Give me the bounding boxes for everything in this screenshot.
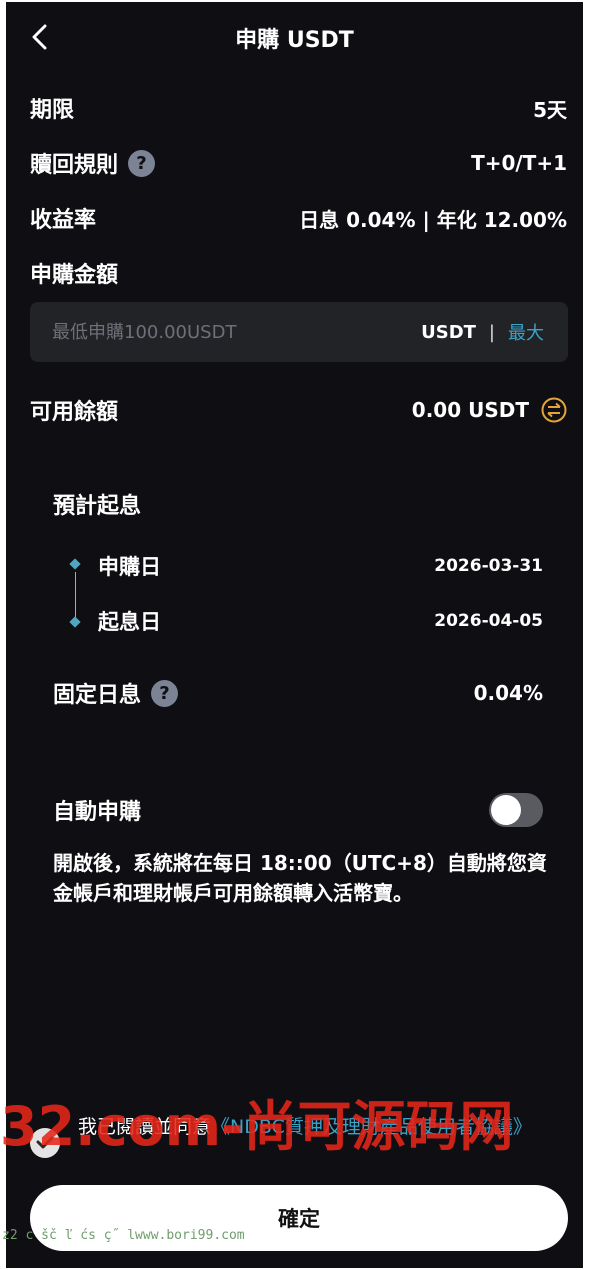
amount-label: 申購金額 (30, 263, 119, 288)
unit-label: USDT (421, 321, 476, 343)
auto-subscribe-toggle[interactable] (489, 793, 543, 827)
redeem-label: 贖回規則 ? (30, 147, 156, 179)
fixed-rate-label: 固定日息 ? (53, 677, 179, 709)
agreement-checkbox[interactable] (30, 1128, 60, 1158)
separator: | (488, 321, 495, 343)
page-title: 申購 USDT (235, 28, 354, 53)
auto-subscribe-description: 開啟後，系統將在每日 18::00（UTC+8）自動將您資金帳戶和理財帳戶可用餘… (53, 851, 547, 905)
agreement-row: 我已閱讀並同意《NDBC質押及理財產品使用者協議》 (30, 1114, 570, 1158)
header: 申購 USDT (6, 2, 583, 70)
timeline-dot (69, 558, 81, 570)
auto-subscribe-label: 自動申購 (53, 800, 142, 825)
timeline-item: 起息日 2026-04-05 (98, 603, 543, 639)
amount-input-box: USDT | 最大 (30, 302, 568, 362)
agreement-text: 我已閱讀並同意《NDBC質押及理財產品使用者協議》 (78, 1114, 532, 1140)
agreement-link[interactable]: 《NDBC質押及理財產品使用者協議》 (211, 1116, 532, 1138)
interest-title: 預計起息 (53, 494, 142, 519)
term-value: 5天 (533, 97, 567, 122)
yield-row: 收益率 日息 0.04% | 年化 12.00% (30, 198, 567, 238)
timeline-dot (69, 616, 81, 628)
interest-title-row: 預計起息 (53, 484, 543, 524)
toggle-knob (491, 795, 521, 825)
confirm-button[interactable]: 確定 (30, 1185, 568, 1251)
timeline-date: 2026-03-31 (434, 556, 543, 576)
auto-subscribe-row: 自動申購 (53, 790, 543, 830)
timeline-label: 申購日 (98, 555, 161, 579)
fixed-rate-value: 0.04% (473, 681, 543, 705)
redeem-value: T+0/T+1 (471, 151, 567, 175)
timeline-date: 2026-04-05 (434, 611, 543, 631)
redeem-row: 贖回規則 ? T+0/T+1 (30, 143, 567, 183)
available-row: 可用餘額 0.00 USDT (30, 390, 567, 430)
available-value: 0.00 USDT (411, 398, 529, 422)
subscribe-screen: 申購 USDT 期限 5天 贖回規則 ? T+0/T+1 收益率 日息 0.04… (6, 2, 583, 1268)
yield-value: 日息 0.04% | 年化 12.00% (299, 207, 567, 232)
timeline-item: 申購日 2026-03-31 (98, 548, 543, 584)
amount-label-row: 申購金額 (30, 253, 567, 293)
term-row: 期限 5天 (30, 88, 567, 128)
timeline-label: 起息日 (98, 610, 161, 634)
yield-label: 收益率 (30, 208, 97, 233)
fixed-rate-label-text: 固定日息 (53, 683, 142, 708)
help-icon[interactable]: ? (128, 149, 156, 177)
agreement-prefix: 我已閱讀並同意 (78, 1116, 212, 1138)
available-label: 可用餘額 (30, 400, 119, 425)
fixed-rate-row: 固定日息 ? 0.04% (53, 673, 543, 713)
available-value-group: 0.00 USDT (412, 397, 567, 423)
timeline-line (75, 572, 76, 620)
check-icon (36, 1136, 54, 1149)
term-label: 期限 (30, 98, 75, 123)
max-button[interactable]: 最大 (508, 319, 544, 345)
redeem-label-text: 贖回規則 (30, 153, 119, 178)
help-icon[interactable]: ? (151, 679, 179, 707)
amount-input[interactable] (30, 320, 422, 344)
swap-icon[interactable] (541, 397, 567, 423)
